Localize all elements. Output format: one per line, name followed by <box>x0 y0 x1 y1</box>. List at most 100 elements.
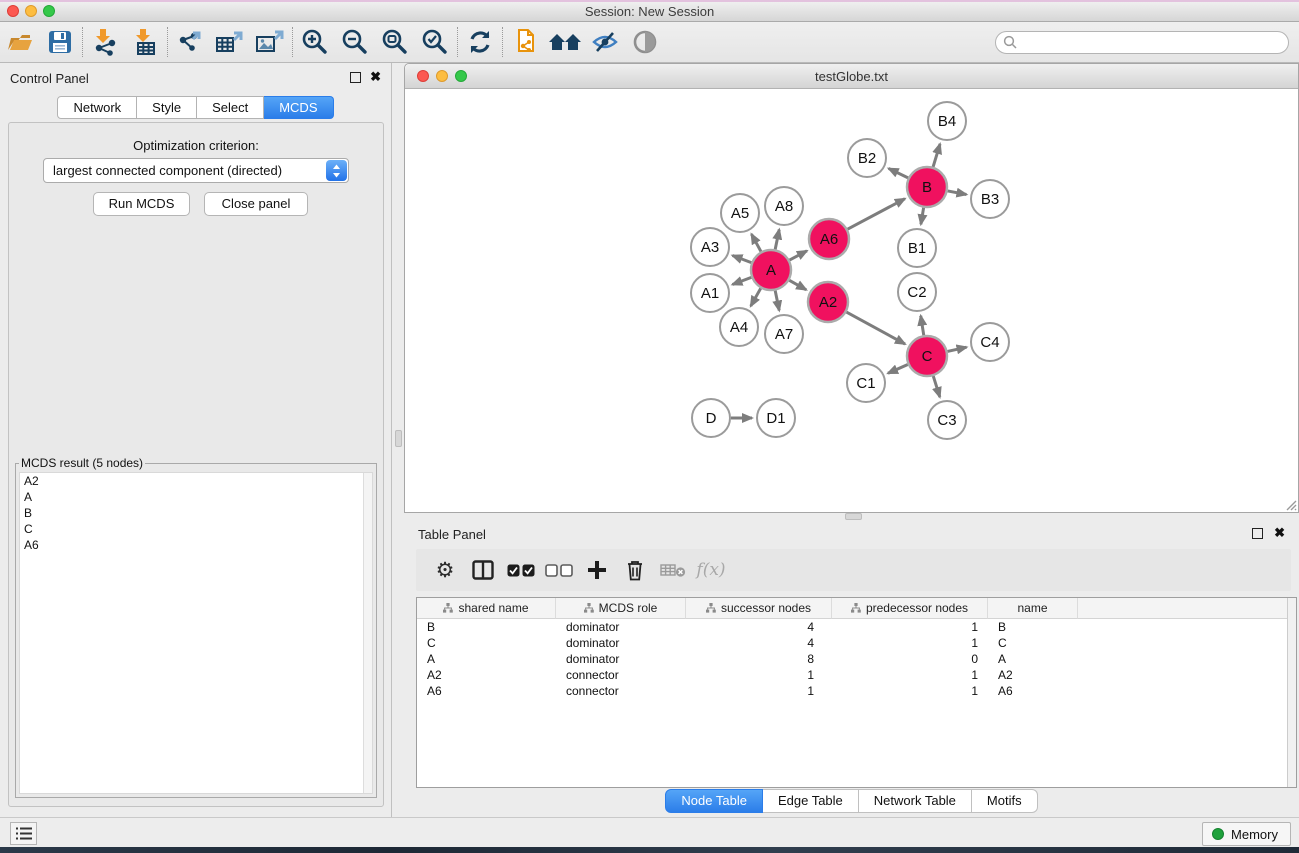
table-row[interactable]: Cdominator41C <box>417 635 1296 651</box>
delete-table-icon[interactable] <box>654 552 692 588</box>
graph-edge-A6-B[interactable] <box>848 199 905 229</box>
open-session-icon[interactable] <box>0 25 40 59</box>
graph-edge-A-A8[interactable] <box>775 230 779 250</box>
run-mcds-button[interactable]: Run MCDS <box>93 192 190 216</box>
graph-edge-A-A6[interactable] <box>790 251 807 260</box>
column-header-name[interactable]: name <box>988 598 1078 619</box>
float-panel-icon[interactable] <box>350 72 361 83</box>
export-image-icon[interactable] <box>250 25 290 59</box>
node-table[interactable]: shared name MCDS role successor nodes pr… <box>416 597 1297 788</box>
search-box[interactable] <box>995 31 1289 54</box>
table-row[interactable]: A6connector11A6 <box>417 683 1296 699</box>
graph-edge-A-A7[interactable] <box>775 291 779 311</box>
table-cell[interactable]: connector <box>556 667 686 683</box>
export-network-icon[interactable] <box>170 25 210 59</box>
table-cell[interactable]: 1 <box>832 619 988 635</box>
table-cell[interactable]: 1 <box>686 683 832 699</box>
mcds-result-item[interactable]: A2 <box>20 473 372 489</box>
hide-graphics-details-icon[interactable] <box>585 25 625 59</box>
mcds-result-item[interactable]: C <box>20 521 372 537</box>
table-cell[interactable]: 0 <box>832 651 988 667</box>
table-cell[interactable]: 1 <box>832 683 988 699</box>
column-header-predecessor-nodes[interactable]: predecessor nodes <box>832 598 988 619</box>
tab-select[interactable]: Select <box>197 96 264 119</box>
select-all-checkboxes-icon[interactable] <box>502 552 540 588</box>
graph-edge-C-C1[interactable] <box>888 364 908 373</box>
save-session-icon[interactable] <box>40 25 80 59</box>
graph-edge-B-B2[interactable] <box>889 168 908 177</box>
tab-network-table[interactable]: Network Table <box>859 789 972 813</box>
search-input[interactable] <box>1018 36 1288 50</box>
table-scrollbar[interactable] <box>1287 598 1296 787</box>
graph-edge-A-A5[interactable] <box>751 234 761 251</box>
graph-edge-A-A3[interactable] <box>732 255 751 262</box>
table-row[interactable]: Adominator80A <box>417 651 1296 667</box>
delete-column-icon[interactable] <box>616 552 654 588</box>
graph-edge-B-B1[interactable] <box>921 208 924 225</box>
zoom-in-icon[interactable] <box>295 25 335 59</box>
show-columns-icon[interactable] <box>464 552 502 588</box>
mcds-list-scrollbar[interactable] <box>363 473 372 793</box>
home-view-icon[interactable] <box>545 25 585 59</box>
vertical-splitter-handle[interactable] <box>395 430 402 447</box>
table-cell[interactable]: C <box>417 635 556 651</box>
table-cell[interactable]: connector <box>556 683 686 699</box>
graph-edge-A-A2[interactable] <box>789 280 806 289</box>
table-cell[interactable]: A <box>417 651 556 667</box>
mcds-result-item[interactable]: A <box>20 489 372 505</box>
show-details-icon[interactable] <box>625 25 665 59</box>
table-row[interactable]: A2connector11A2 <box>417 667 1296 683</box>
resize-grip-icon[interactable] <box>1283 497 1297 511</box>
column-settings-gear-icon[interactable]: ⚙ <box>426 552 464 588</box>
table-cell[interactable]: 4 <box>686 619 832 635</box>
export-table-icon[interactable] <box>210 25 250 59</box>
table-row[interactable]: Bdominator41B <box>417 619 1296 635</box>
column-header-mcds-role[interactable]: MCDS role <box>556 598 686 619</box>
network-window-titlebar[interactable]: testGlobe.txt <box>405 64 1298 89</box>
graph-edge-C-C3[interactable] <box>933 376 940 397</box>
zoom-out-icon[interactable] <box>335 25 375 59</box>
close-panel-icon[interactable]: ✖ <box>370 70 381 83</box>
table-cell[interactable]: 8 <box>686 651 832 667</box>
tab-mcds[interactable]: MCDS <box>264 96 333 119</box>
table-cell[interactable]: A6 <box>988 683 1078 699</box>
tab-node-table[interactable]: Node Table <box>665 789 763 813</box>
mcds-result-item[interactable]: A6 <box>20 537 372 553</box>
deselect-all-checkboxes-icon[interactable] <box>540 552 578 588</box>
zoom-fit-icon[interactable] <box>375 25 415 59</box>
task-history-button[interactable] <box>10 822 37 845</box>
table-cell[interactable]: dominator <box>556 651 686 667</box>
function-builder-icon[interactable]: f(x) <box>692 552 730 588</box>
table-cell[interactable]: A2 <box>988 667 1078 683</box>
table-cell[interactable]: B <box>988 619 1078 635</box>
table-cell[interactable]: A6 <box>417 683 556 699</box>
column-header-shared-name[interactable]: shared name <box>417 598 556 619</box>
tab-motifs[interactable]: Motifs <box>972 789 1038 813</box>
tab-style[interactable]: Style <box>137 96 197 119</box>
table-cell[interactable]: A <box>988 651 1078 667</box>
add-column-icon[interactable] <box>578 552 616 588</box>
graph-edge-C-C2[interactable] <box>921 316 924 336</box>
float-table-panel-icon[interactable] <box>1252 528 1263 539</box>
table-cell[interactable]: 1 <box>832 667 988 683</box>
memory-button[interactable]: Memory <box>1202 822 1291 846</box>
table-cell[interactable]: dominator <box>556 619 686 635</box>
mcds-result-list[interactable]: A2ABCA6 <box>19 472 373 794</box>
table-cell[interactable]: B <box>417 619 556 635</box>
table-cell[interactable]: C <box>988 635 1078 651</box>
duplicate-network-icon[interactable] <box>505 25 545 59</box>
close-panel-button[interactable]: Close panel <box>204 192 308 216</box>
tab-edge-table[interactable]: Edge Table <box>763 789 859 813</box>
network-graph[interactable]: B4B2BB3A8A5A6A3B1AA1C2A2A4A7C4CC1DD1C3 <box>405 89 1298 512</box>
close-table-panel-icon[interactable]: ✖ <box>1274 526 1285 539</box>
table-cell[interactable]: 4 <box>686 635 832 651</box>
table-cell[interactable]: 1 <box>832 635 988 651</box>
criterion-dropdown[interactable]: largest connected component (directed) <box>43 158 349 183</box>
graph-edge-B-B3[interactable] <box>948 191 967 195</box>
column-header-successor-nodes[interactable]: successor nodes <box>686 598 832 619</box>
horizontal-splitter-handle[interactable] <box>845 513 862 520</box>
graph-edge-B-B4[interactable] <box>933 144 940 167</box>
mcds-result-item[interactable]: B <box>20 505 372 521</box>
import-network-icon[interactable] <box>85 25 125 59</box>
zoom-selected-icon[interactable] <box>415 25 455 59</box>
